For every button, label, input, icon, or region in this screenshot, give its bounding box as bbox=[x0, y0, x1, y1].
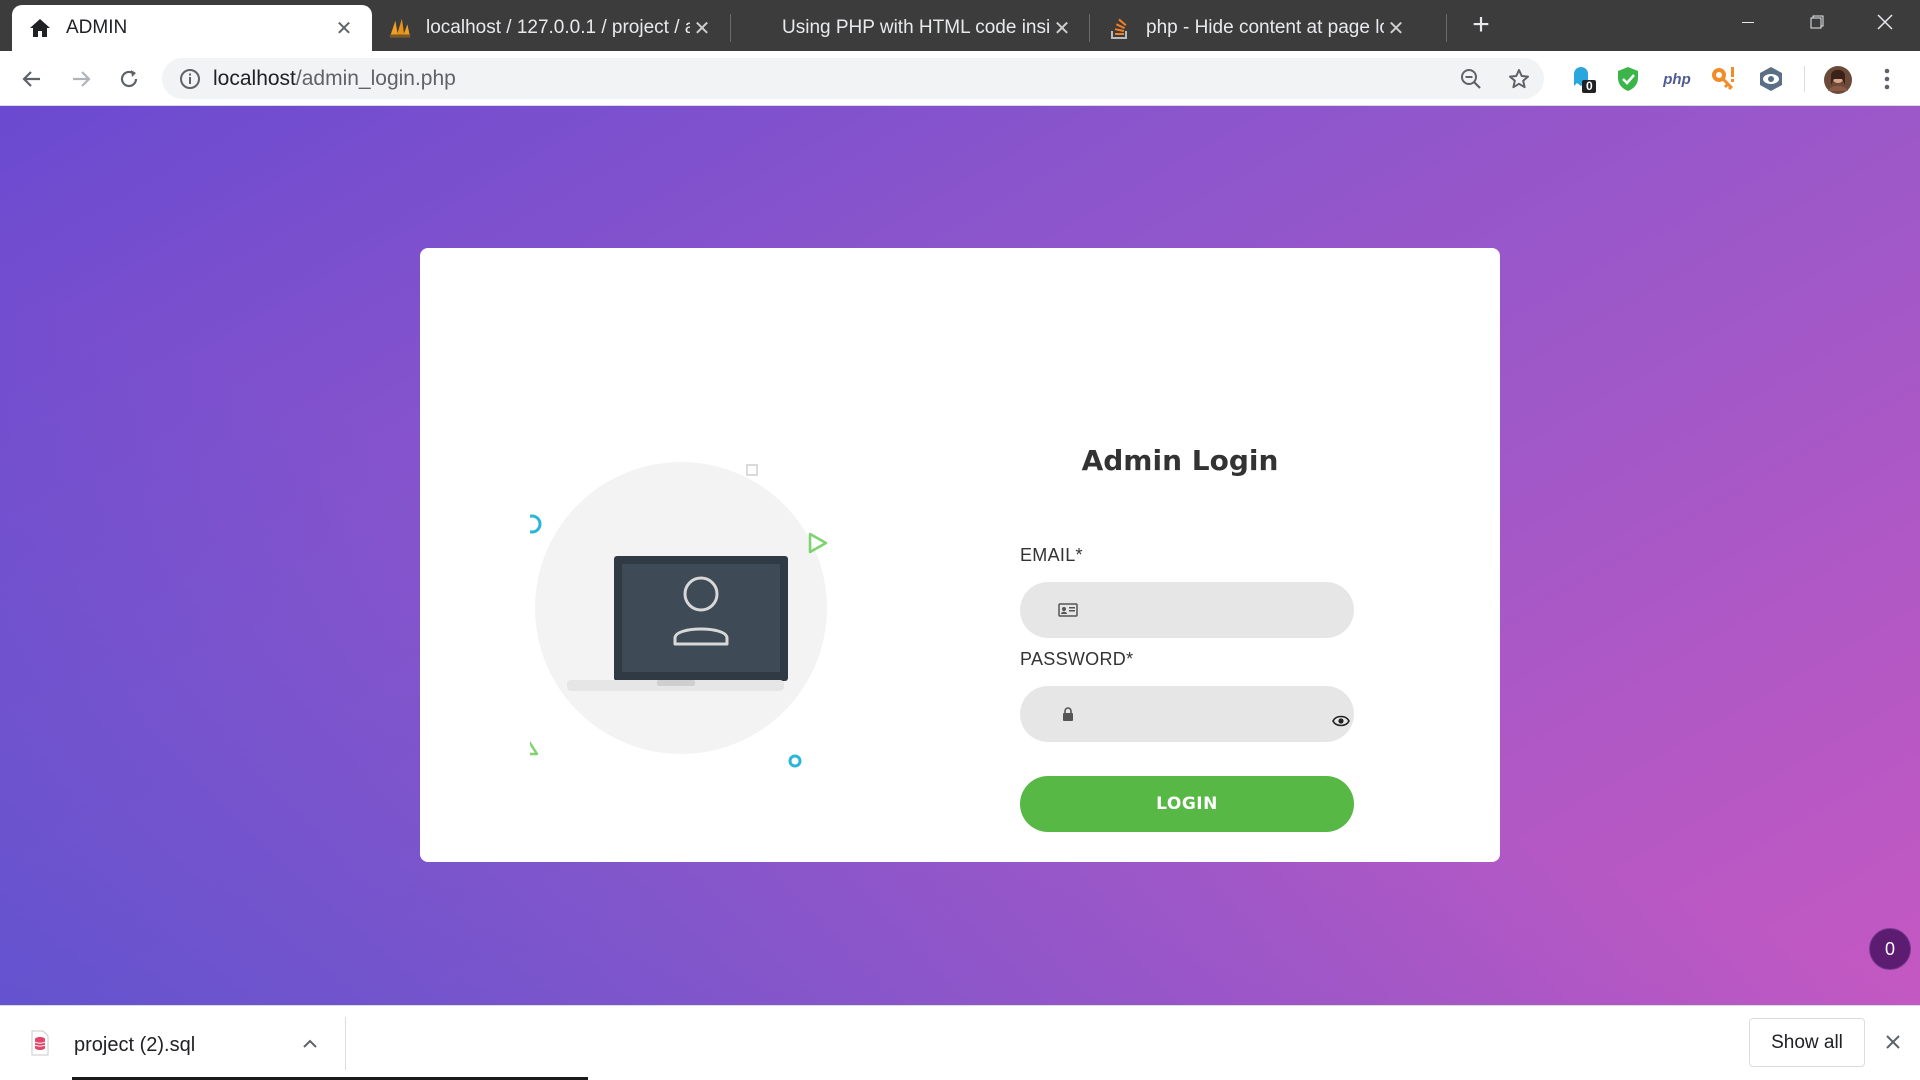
home-icon bbox=[28, 16, 52, 40]
close-download-bar-icon[interactable] bbox=[1880, 1029, 1906, 1055]
ring-decoration bbox=[530, 514, 542, 534]
tab-separator bbox=[1089, 14, 1090, 42]
tab-title: Using PHP with HTML code insid bbox=[782, 17, 1050, 38]
laptop-display bbox=[622, 564, 780, 672]
login-button[interactable]: LOGIN bbox=[1020, 776, 1354, 832]
eye-toggle-icon[interactable] bbox=[1332, 714, 1350, 728]
tab-title: ADMIN bbox=[66, 17, 128, 38]
lock-icon bbox=[1058, 705, 1078, 723]
triangle-decoration bbox=[530, 740, 539, 756]
id-card-icon bbox=[1058, 601, 1078, 619]
eye-extension-icon[interactable] bbox=[1756, 64, 1786, 94]
tab-close-icon[interactable]: ✕ bbox=[690, 16, 714, 40]
toolbar-separator bbox=[1804, 66, 1805, 92]
tab-title: php - Hide content at page load bbox=[1146, 17, 1384, 38]
email-input[interactable] bbox=[1080, 582, 1324, 640]
minimize-icon[interactable] bbox=[1713, 0, 1783, 44]
square-decoration bbox=[746, 464, 758, 476]
url-path: /admin_login.php bbox=[295, 67, 456, 90]
info-icon[interactable] bbox=[178, 67, 202, 91]
password-input[interactable] bbox=[1080, 686, 1324, 744]
email-label: EMAIL* bbox=[1020, 545, 1083, 565]
stackoverflow-icon bbox=[1108, 16, 1132, 40]
tab-admin[interactable]: ADMIN ✕ bbox=[12, 5, 372, 51]
laptop-notch bbox=[657, 680, 695, 686]
tab-separator bbox=[730, 14, 731, 42]
back-icon[interactable] bbox=[16, 63, 48, 95]
url-host: localhost bbox=[213, 67, 296, 90]
page-background: Admin Login EMAIL* PASSWORD* LOGIN 0 bbox=[0, 106, 1920, 1005]
file-icon bbox=[30, 1030, 50, 1056]
forward-icon[interactable] bbox=[65, 63, 97, 95]
login-card: Admin Login EMAIL* PASSWORD* LOGIN bbox=[420, 248, 1500, 862]
address-bar[interactable]: localhost/admin_login.php bbox=[162, 58, 1544, 99]
url-text: localhost/admin_login.php bbox=[213, 67, 456, 91]
download-bar: project (2).sql Show all bbox=[0, 1005, 1920, 1080]
play-triangle-decoration bbox=[808, 532, 828, 554]
reload-icon[interactable] bbox=[113, 63, 145, 95]
show-all-button[interactable]: Show all bbox=[1749, 1018, 1865, 1067]
extension-ghost-icon[interactable]: 0 bbox=[1568, 64, 1598, 94]
tab-phpmyadmin[interactable]: localhost / 127.0.0.1 / project / ac ✕ bbox=[372, 5, 730, 51]
email-field[interactable] bbox=[1020, 582, 1354, 640]
shield-icon[interactable] bbox=[1613, 64, 1643, 94]
download-item[interactable]: project (2).sql bbox=[0, 1006, 345, 1080]
tab-close-icon[interactable]: ✕ bbox=[1384, 16, 1408, 40]
login-title: Admin Login bbox=[1081, 444, 1279, 477]
zoom-icon[interactable] bbox=[1458, 66, 1484, 92]
browser-toolbar: localhost/admin_login.php 0 php bbox=[0, 51, 1920, 106]
restore-icon[interactable] bbox=[1782, 0, 1852, 44]
chevron-up-icon[interactable] bbox=[298, 1032, 322, 1056]
download-file-name: project (2).sql bbox=[74, 1034, 196, 1056]
tab-stackoverflow[interactable]: php - Hide content at page load ✕ bbox=[1092, 5, 1424, 51]
extension-badge: 0 bbox=[1586, 79, 1593, 93]
tab-separator bbox=[1446, 14, 1447, 42]
tab-strip: ADMIN ✕ localhost / 127.0.0.1 / project … bbox=[0, 0, 1920, 51]
password-field[interactable] bbox=[1020, 686, 1354, 744]
tab-php-html[interactable]: Using PHP with HTML code insid ✕ bbox=[766, 5, 1090, 51]
phpmyadmin-icon bbox=[388, 16, 412, 40]
avatar[interactable] bbox=[1822, 64, 1854, 96]
menu-kebab-icon[interactable] bbox=[1872, 64, 1902, 94]
counter-badge[interactable]: 0 bbox=[1869, 928, 1911, 970]
php-extension-icon[interactable]: php bbox=[1660, 64, 1694, 94]
new-tab-button[interactable]: + bbox=[1466, 10, 1496, 40]
download-separator bbox=[345, 1017, 346, 1070]
bookmark-star-icon[interactable] bbox=[1506, 66, 1532, 92]
small-ring-decoration bbox=[788, 754, 802, 768]
tab-close-icon[interactable]: ✕ bbox=[1050, 16, 1074, 40]
close-window-icon[interactable] bbox=[1850, 0, 1920, 44]
tab-close-icon[interactable]: ✕ bbox=[332, 16, 356, 40]
key-extension-icon[interactable] bbox=[1708, 64, 1738, 94]
login-illustration bbox=[530, 462, 828, 768]
tab-title: localhost / 127.0.0.1 / project / ac bbox=[426, 17, 690, 38]
password-label: PASSWORD* bbox=[1020, 649, 1134, 669]
